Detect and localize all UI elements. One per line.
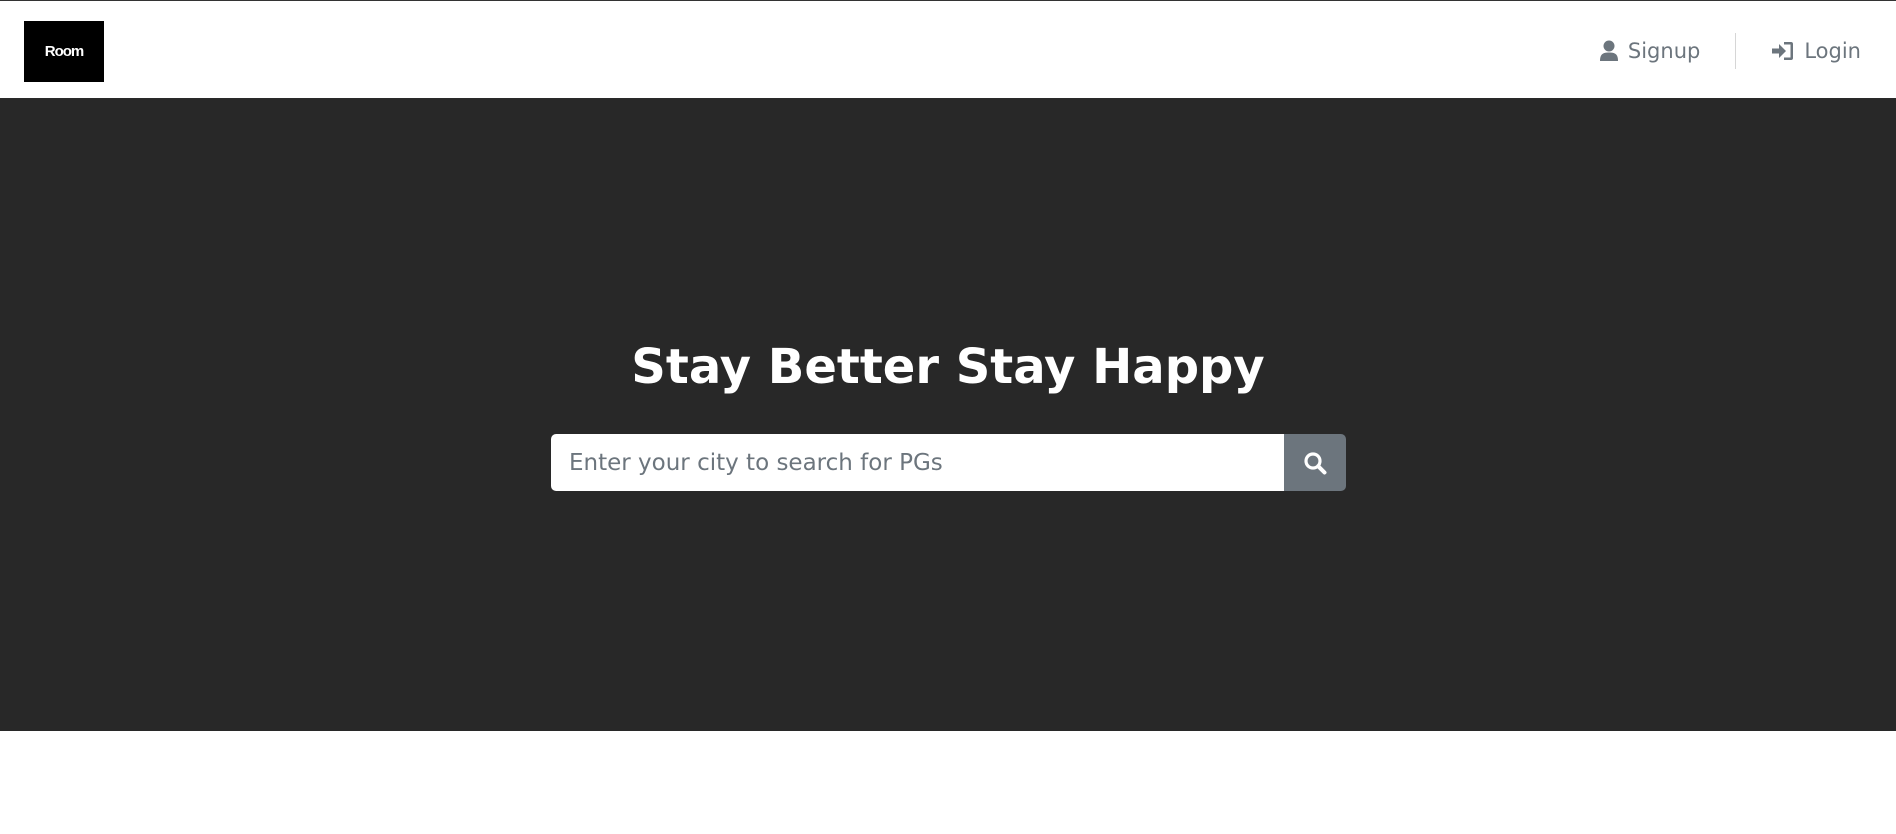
signup-label: Signup (1627, 38, 1701, 63)
hero-section: Stay Better Stay Happy (0, 99, 1896, 731)
user-icon (1599, 40, 1618, 61)
signup-link[interactable]: Signup (1599, 38, 1735, 63)
nav-links: Signup Login (1599, 1, 1896, 100)
navbar: Room Signup Login (0, 0, 1896, 99)
city-search-input[interactable] (551, 434, 1284, 491)
login-link[interactable]: Login (1772, 39, 1896, 63)
hero-title: Stay Better Stay Happy (631, 339, 1265, 395)
search-button[interactable] (1284, 434, 1346, 491)
sign-in-icon (1772, 41, 1794, 60)
search-group (551, 434, 1346, 491)
nav-divider (1735, 32, 1737, 69)
site-logo[interactable]: Room (24, 21, 104, 82)
search-icon (1304, 451, 1327, 474)
login-label: Login (1804, 38, 1861, 63)
logo-text: Room (44, 43, 84, 60)
